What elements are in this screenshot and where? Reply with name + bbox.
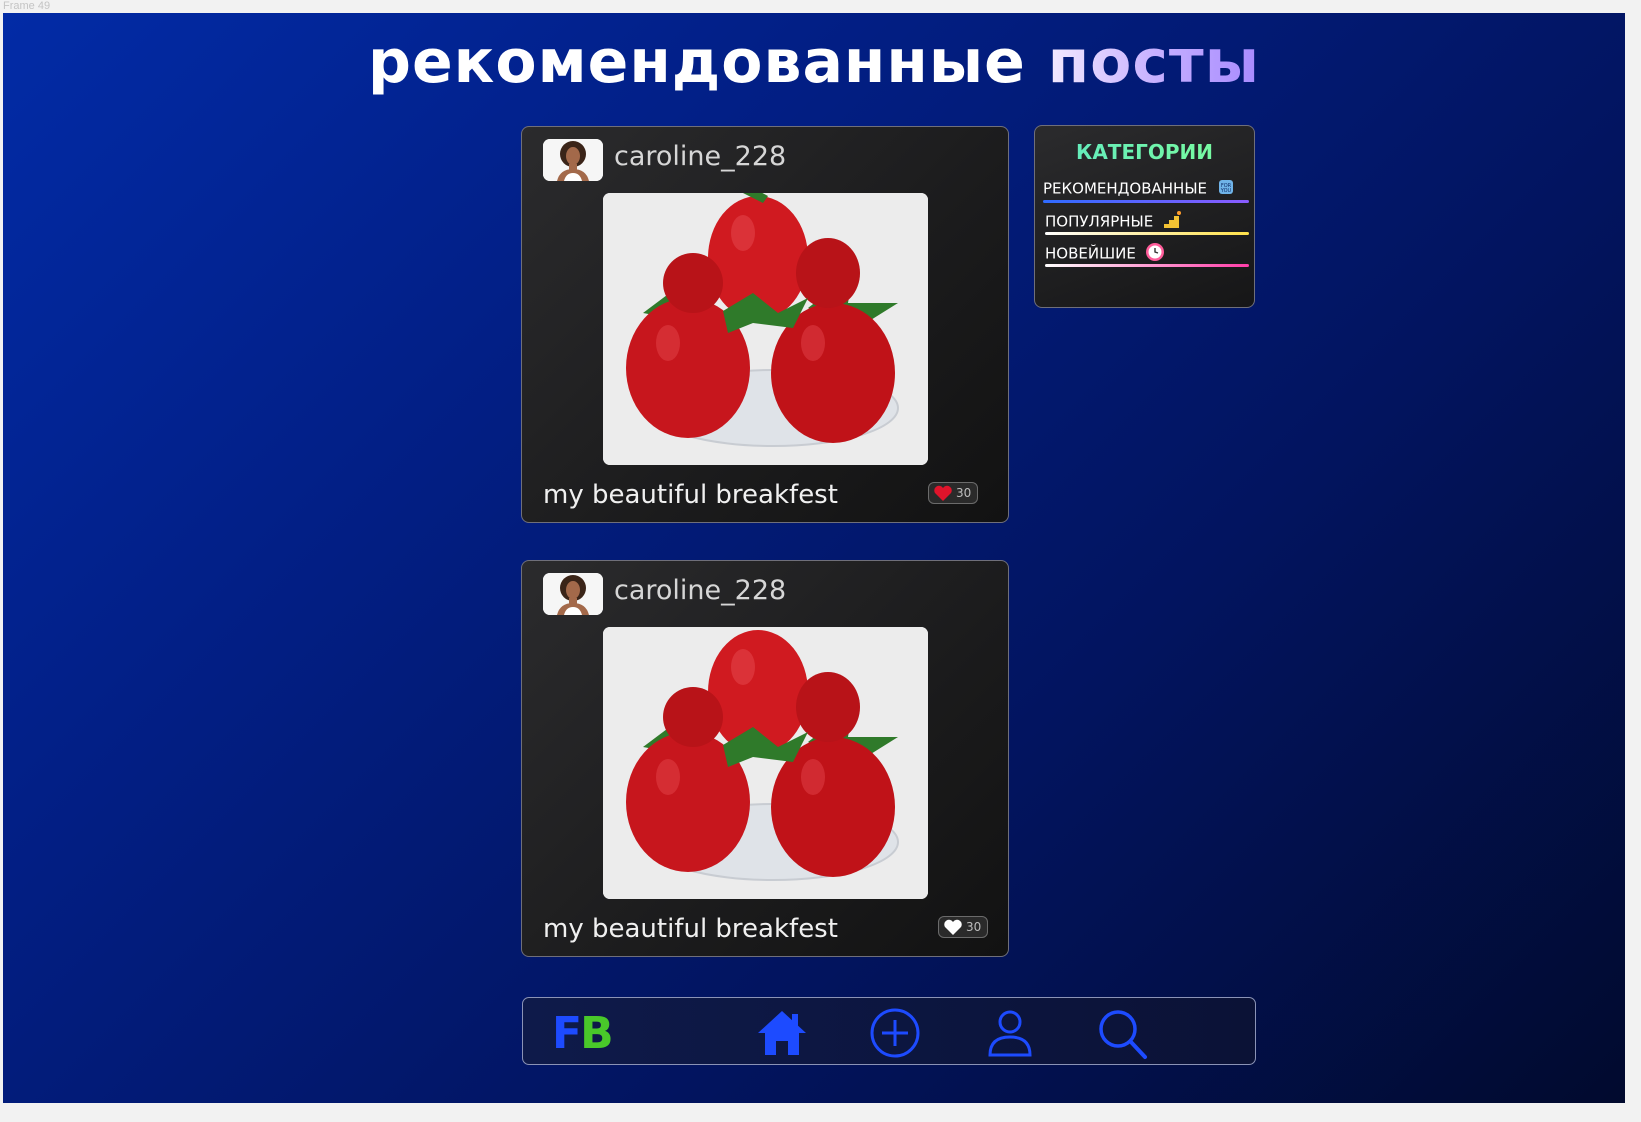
- category-underline: [1043, 200, 1249, 203]
- stairs-icon: [1162, 210, 1184, 234]
- add-icon[interactable]: [868, 1007, 922, 1059]
- post-caption: my beautiful breakfest: [543, 480, 838, 510]
- page-title-word-2: посты: [1047, 27, 1260, 97]
- logo[interactable]: FB: [552, 1008, 614, 1059]
- category-label: РЕКОМЕНДОВАННЫЕ: [1043, 179, 1208, 198]
- category-recommended[interactable]: РЕКОМЕНДОВАННЫЕ FOR YOU: [1043, 178, 1249, 203]
- avatar[interactable]: [543, 139, 603, 181]
- category-label: НОВЕЙШИЕ: [1045, 244, 1136, 263]
- category-popular[interactable]: ПОПУЛЯРНЫЕ: [1045, 210, 1249, 235]
- page-title-word-1: рекомендованные: [368, 27, 1026, 97]
- page-title: рекомендованные посты: [3, 27, 1625, 97]
- categories-panel: КАТЕГОРИИ РЕКОМЕНДОВАННЫЕ FOR YOU ПОПУЛЯ…: [1034, 125, 1255, 308]
- category-underline: [1045, 232, 1249, 235]
- post-card[interactable]: caroline_228 my beautiful breakfest 30: [521, 126, 1009, 523]
- post-photo[interactable]: [603, 193, 928, 465]
- app-frame: рекомендованные посты caroline_228 my be…: [3, 13, 1625, 1103]
- search-icon[interactable]: [1095, 1007, 1149, 1059]
- logo-letter-b: B: [580, 1008, 614, 1059]
- svg-text:YOU: YOU: [1220, 188, 1232, 194]
- for-you-icon: FOR YOU: [1216, 178, 1236, 200]
- category-label: ПОПУЛЯРНЫЕ: [1045, 212, 1154, 231]
- like-count: 30: [956, 486, 972, 500]
- post-username[interactable]: caroline_228: [614, 575, 786, 606]
- home-icon[interactable]: [754, 1007, 808, 1059]
- heart-filled-icon: [934, 485, 952, 501]
- post-username[interactable]: caroline_228: [614, 141, 786, 172]
- avatar[interactable]: [543, 573, 603, 615]
- like-button[interactable]: 30: [938, 916, 989, 938]
- category-underline: [1045, 264, 1249, 267]
- frame-label: Frame 49: [3, 0, 51, 12]
- like-button[interactable]: 30: [928, 482, 979, 504]
- category-newest[interactable]: НОВЕЙШИЕ: [1045, 242, 1249, 267]
- heart-outline-icon: [944, 919, 962, 935]
- bottom-nav: FB: [522, 997, 1256, 1065]
- post-caption: my beautiful breakfest: [543, 914, 838, 944]
- clock-icon: [1145, 242, 1165, 266]
- post-photo[interactable]: [603, 627, 928, 899]
- categories-heading: КАТЕГОРИИ: [1035, 140, 1254, 164]
- post-card[interactable]: caroline_228 my beautiful breakfest 30: [521, 560, 1009, 957]
- profile-icon[interactable]: [983, 1007, 1037, 1059]
- logo-letter-f: F: [552, 1008, 582, 1059]
- like-count: 30: [966, 920, 982, 934]
